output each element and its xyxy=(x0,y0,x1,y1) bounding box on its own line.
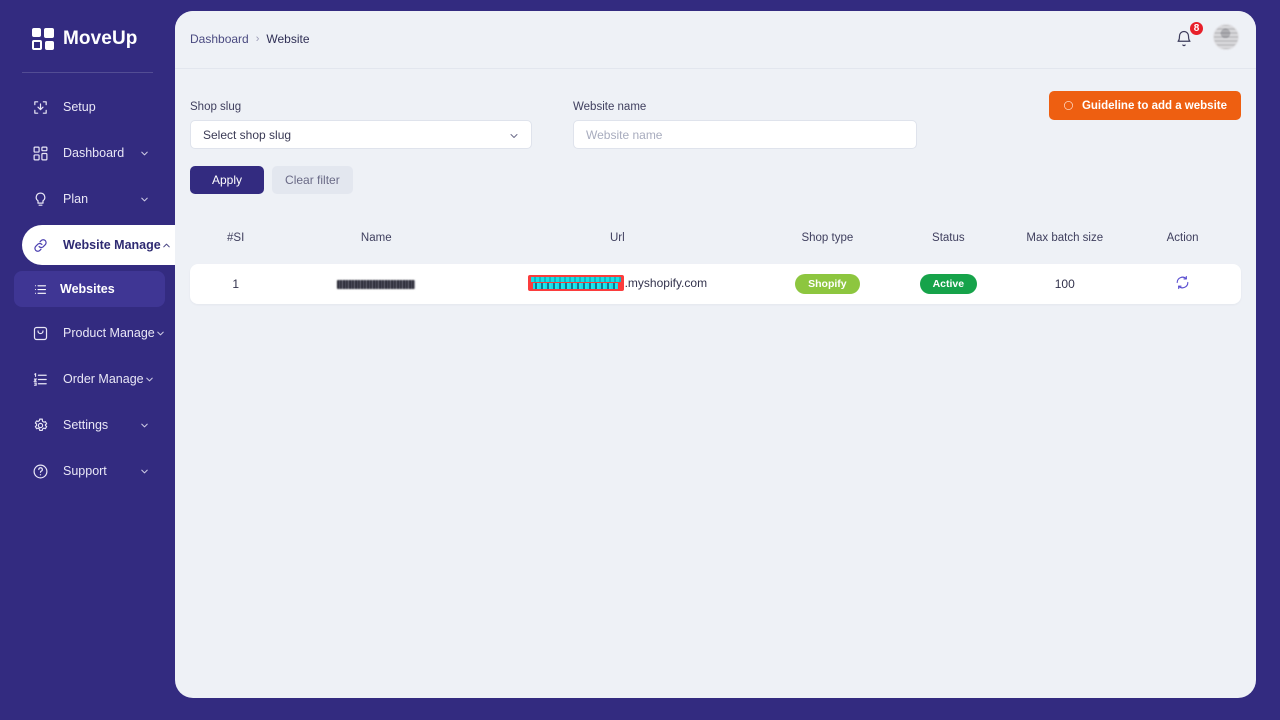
guideline-button-label: Guideline to add a website xyxy=(1081,99,1227,112)
shop-slug-value: Select shop slug xyxy=(203,127,292,142)
sidebar-item-plan[interactable]: Plan xyxy=(0,179,175,219)
column-header-name: Name xyxy=(360,232,392,244)
lightbulb-icon xyxy=(32,191,49,208)
sidebar-item-order-manage[interactable]: Order Manage xyxy=(0,359,175,399)
question-circle-icon xyxy=(32,463,49,480)
sidebar-item-support[interactable]: Support xyxy=(0,451,175,491)
filter-section: Shop slug Select shop slug Website name … xyxy=(175,69,1256,194)
shop-type-badge: Shopify xyxy=(795,274,860,294)
redacted-url-prefix xyxy=(527,274,624,291)
cell-action xyxy=(1124,275,1241,293)
shop-slug-field: Shop slug Select shop slug xyxy=(190,101,532,149)
redacted-name xyxy=(337,280,416,290)
column-header-shop-type: Shop type xyxy=(801,232,854,244)
cell-name xyxy=(281,277,471,291)
sidebar-nav: Setup Dashboard Plan Website Manage Webs… xyxy=(0,87,197,491)
ordered-list-icon xyxy=(32,371,49,388)
app-root: MoveUp Setup Dashboard Plan Website Mana… xyxy=(0,0,1280,720)
breadcrumb: Dashboard › Website xyxy=(190,32,310,46)
sidebar-divider xyxy=(22,72,153,73)
sidebar-item-label: Dashboard xyxy=(63,146,125,160)
breadcrumb-current: Website xyxy=(266,32,310,46)
sidebar-item-website-manage[interactable]: Website Manage xyxy=(22,225,197,265)
chevron-down-icon xyxy=(139,466,153,477)
url-suffix: .myshopify.com xyxy=(624,275,708,290)
sidebar-item-label: Support xyxy=(63,464,107,478)
sidebar-item-label: Settings xyxy=(63,418,109,432)
notifications-button[interactable]: 8 xyxy=(1175,20,1205,50)
table-row[interactable]: 1 .myshopify.com Shopify Active 100 xyxy=(190,264,1241,304)
sidebar-item-dashboard[interactable]: Dashboard xyxy=(0,133,175,173)
cell-max-batch-size: 100 xyxy=(1054,277,1075,291)
moveup-logo-icon xyxy=(32,28,54,50)
circle-icon xyxy=(1063,100,1074,111)
clear-filter-button[interactable]: Clear filter xyxy=(272,166,353,194)
bag-icon xyxy=(32,325,49,342)
chevron-down-icon xyxy=(155,328,169,339)
chevron-down-icon xyxy=(508,130,520,142)
brand-logo[interactable]: MoveUp xyxy=(0,0,175,56)
filter-buttons: Apply Clear filter xyxy=(190,166,1241,194)
sidebar-item-label: Setup xyxy=(63,100,96,114)
sidebar-item-label: Plan xyxy=(63,192,89,206)
refresh-icon xyxy=(1176,275,1189,290)
sidebar-item-settings[interactable]: Settings xyxy=(0,405,175,445)
website-name-label: Website name xyxy=(573,101,647,113)
column-header-status: Status xyxy=(932,232,965,244)
chevron-down-icon xyxy=(139,420,153,431)
shop-slug-label: Shop slug xyxy=(190,101,242,113)
top-bar: Dashboard › Website 8 xyxy=(175,11,1256,69)
sidebar-item-setup[interactable]: Setup xyxy=(0,87,175,127)
link-icon xyxy=(32,237,49,254)
list-icon xyxy=(32,281,48,297)
gear-icon xyxy=(32,417,49,434)
website-name-field: Website name xyxy=(573,101,917,149)
shop-slug-select[interactable]: Select shop slug xyxy=(190,120,532,149)
table-header-row: #SI Name Url Shop type Status Max batch … xyxy=(190,224,1241,252)
avatar[interactable] xyxy=(1213,24,1239,50)
sidebar-item-product-manage[interactable]: Product Manage xyxy=(0,313,175,353)
chevron-down-icon xyxy=(139,194,153,205)
cell-url: .myshopify.com xyxy=(471,274,763,294)
notification-badge: 8 xyxy=(1188,20,1205,37)
download-box-icon xyxy=(32,99,49,116)
column-header-action: Action xyxy=(1166,232,1199,244)
chevron-down-icon xyxy=(144,374,158,385)
content-area: Dashboard › Website 8 Shop slug Select s… xyxy=(175,11,1256,698)
status-badge: Active xyxy=(919,274,978,294)
cell-shop-type: Shopify xyxy=(763,274,891,294)
sidebar-subitem-websites[interactable]: Websites xyxy=(14,271,165,307)
brand-name: MoveUp xyxy=(63,28,138,49)
websites-table: #SI Name Url Shop type Status Max batch … xyxy=(175,194,1256,304)
chevron-down-icon xyxy=(139,148,153,159)
cell-status: Active xyxy=(891,274,1005,294)
column-header-si: #SI xyxy=(227,232,245,244)
sidebar-item-label: Website Manage xyxy=(63,238,161,252)
breadcrumb-dashboard[interactable]: Dashboard xyxy=(190,32,249,46)
breadcrumb-separator: › xyxy=(255,33,260,45)
column-header-url: Url xyxy=(609,232,625,244)
sidebar-subitem-label: Websites xyxy=(60,282,115,296)
sidebar-item-label: Product Manage xyxy=(63,326,155,340)
sync-button[interactable] xyxy=(1175,275,1190,290)
apply-button[interactable]: Apply xyxy=(190,166,265,194)
chevron-up-icon xyxy=(161,240,175,251)
guideline-button[interactable]: Guideline to add a website xyxy=(1048,91,1241,120)
sidebar-item-label: Order Manage xyxy=(63,372,144,386)
column-header-max-batch-size: Max batch size xyxy=(1026,232,1104,244)
sidebar: MoveUp Setup Dashboard Plan Website Mana… xyxy=(0,0,197,720)
topbar-actions: 8 xyxy=(1175,20,1239,50)
grid-icon xyxy=(32,145,49,162)
cell-si: 1 xyxy=(232,277,239,291)
website-name-input[interactable] xyxy=(573,120,917,149)
